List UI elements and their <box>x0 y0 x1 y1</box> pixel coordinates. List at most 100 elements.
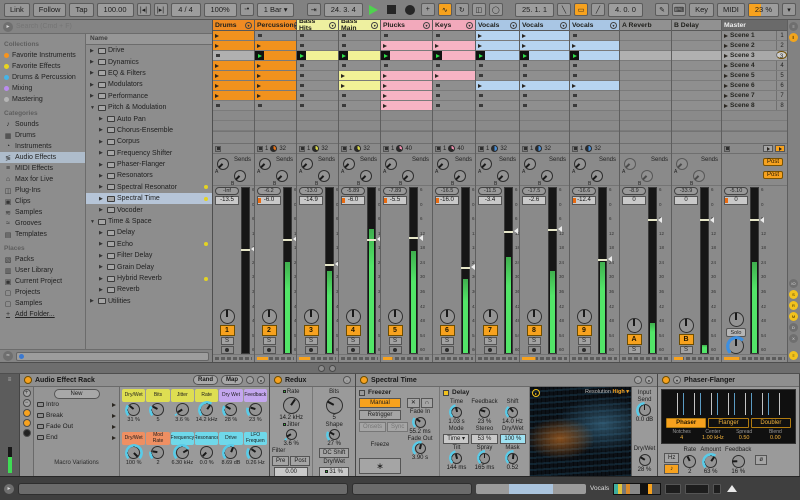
send-a-knob[interactable] <box>301 158 313 170</box>
send-a-knob[interactable] <box>524 158 536 170</box>
peak-level-display[interactable]: -13.0 <box>299 187 323 195</box>
toggle-r[interactable]: R <box>789 301 798 310</box>
solo-button[interactable]: S <box>388 337 402 345</box>
clip-slot[interactable] <box>476 91 519 101</box>
clip-slot[interactable] <box>476 31 519 41</box>
chevron-down-icon[interactable]: ▾ <box>329 21 336 29</box>
rate-knob[interactable] <box>683 455 697 468</box>
volume-field[interactable]: -6.0 <box>257 196 281 205</box>
send-a-post-toggle[interactable]: Post <box>762 158 783 166</box>
filter-post-button[interactable]: Post <box>290 455 311 466</box>
toggle-m[interactable]: M <box>789 312 798 321</box>
send-a-knob[interactable] <box>480 158 492 170</box>
tree-item-utilities[interactable]: ▶ Utilities <box>86 296 212 307</box>
device-chain-overview[interactable] <box>613 482 662 495</box>
send-b-knob[interactable] <box>234 170 246 182</box>
macro-knob[interactable] <box>224 403 238 416</box>
empty-slot[interactable] <box>620 121 671 131</box>
follow-song-icon[interactable]: ⇥ <box>306 3 321 16</box>
clip-slot[interactable] <box>520 41 569 51</box>
variation-record-icon[interactable] <box>22 429 31 437</box>
volume-field[interactable]: -6.0 <box>341 196 365 205</box>
mode-tab-flanger[interactable]: Flanger <box>708 418 749 429</box>
freeze-button[interactable]: ∗ <box>359 458 401 474</box>
empty-slot[interactable] <box>433 121 475 131</box>
spectral-title-bar[interactable]: Spectral Time ◌ ● <box>356 374 657 387</box>
param-value[interactable]: 4 <box>666 435 697 441</box>
clip-slot[interactable] <box>570 51 619 61</box>
caret-icon[interactable]: ▶ <box>99 196 105 202</box>
clip-slot[interactable] <box>339 51 380 61</box>
track-header[interactable]: Vocals ▾ <box>520 20 569 31</box>
clip-slot[interactable] <box>213 91 254 101</box>
macro-state-icon[interactable] <box>22 409 31 417</box>
tree-item-dynamics[interactable]: ▶ Dynamics <box>86 56 212 67</box>
scene-row[interactable]: Scene 5 5 <box>722 71 787 81</box>
device-view-selector-icon[interactable] <box>329 364 336 372</box>
fold-device-icon[interactable]: ▾ <box>673 376 681 384</box>
empty-slot[interactable] <box>381 121 432 131</box>
clip-stop-button[interactable] <box>215 145 221 152</box>
peak-level-display[interactable]: -33.9 <box>674 187 698 195</box>
volume-fader[interactable] <box>367 187 380 354</box>
spectrogram-display[interactable]: ▸ Resolution High ▾ <box>530 387 632 476</box>
empty-slot[interactable] <box>570 111 619 121</box>
volume-fader[interactable] <box>598 187 612 354</box>
send-b-knob[interactable] <box>497 170 509 182</box>
stereo-field[interactable]: 53 % <box>471 434 498 445</box>
volume-fader[interactable] <box>325 187 338 354</box>
arm-button[interactable] <box>440 346 454 354</box>
pan-knob[interactable] <box>728 312 744 327</box>
clip-slot[interactable] <box>213 31 254 41</box>
caret-icon[interactable]: ▶ <box>90 298 96 304</box>
volume-fader[interactable] <box>409 187 423 354</box>
fader-handle[interactable] <box>325 261 338 268</box>
tempo-field[interactable]: 100.00 <box>96 2 134 17</box>
rate-knob[interactable] <box>282 396 300 414</box>
scene-row[interactable]: Scene 2 2 <box>722 41 787 51</box>
clip-slot[interactable] <box>213 101 254 111</box>
variation-row[interactable]: Fade Out <box>37 421 116 432</box>
empty-slot[interactable] <box>213 111 254 121</box>
clip-slot[interactable] <box>255 61 296 71</box>
clip-slot[interactable] <box>620 91 671 101</box>
fade-out-knob[interactable] <box>414 443 426 455</box>
clip-slot[interactable] <box>620 101 671 111</box>
pan-knob[interactable] <box>219 309 235 324</box>
scene-row[interactable]: Scene 8 8 <box>722 101 787 111</box>
track-header[interactable]: Vocals ▾ <box>570 20 619 31</box>
clip-slot[interactable] <box>672 31 721 41</box>
caret-icon[interactable]: ▼ <box>90 219 96 225</box>
clip-slot[interactable] <box>339 61 380 71</box>
hide-macros-icon[interactable]: − <box>22 399 31 407</box>
peak-level-display[interactable]: -7.89 <box>383 187 407 195</box>
hz-mode-button[interactable]: Hz <box>664 453 680 464</box>
solo-button[interactable]: S <box>440 337 454 345</box>
midi-map-button[interactable]: MIDI <box>717 2 745 17</box>
device-activator-icon[interactable] <box>24 376 32 384</box>
clip-slot[interactable] <box>620 71 671 81</box>
feedback-knob[interactable] <box>731 455 745 468</box>
clip-slot[interactable] <box>213 71 254 81</box>
out-drywet-value[interactable]: 28 % <box>638 467 652 473</box>
caret-icon[interactable]: ▶ <box>99 230 105 236</box>
pan-knob[interactable] <box>678 318 694 333</box>
send-b-knob[interactable] <box>693 170 705 182</box>
send-a-knob[interactable] <box>385 158 397 170</box>
save-preset-icon[interactable]: ● <box>645 376 653 384</box>
loop-start-field[interactable]: 25. 1. 1 <box>514 2 555 17</box>
track-activator-button[interactable]: A <box>626 334 642 345</box>
macro-knob[interactable] <box>175 403 189 416</box>
fade-in-knob[interactable] <box>414 416 426 428</box>
clip-slot[interactable] <box>297 101 338 111</box>
track-activator-button[interactable]: 2 <box>261 325 277 336</box>
clip-slot[interactable] <box>381 81 432 91</box>
caret-icon[interactable]: ▶ <box>99 139 105 145</box>
bits-value[interactable]: 5 <box>333 415 336 421</box>
macro-knob[interactable] <box>151 403 165 416</box>
hot-swap-icon[interactable]: ◌ <box>246 376 254 384</box>
mode-tab-doubler[interactable]: Doubler <box>750 418 791 429</box>
fader-handle[interactable] <box>461 264 475 271</box>
clip-slot[interactable] <box>476 51 519 61</box>
pan-knob[interactable] <box>482 309 498 324</box>
